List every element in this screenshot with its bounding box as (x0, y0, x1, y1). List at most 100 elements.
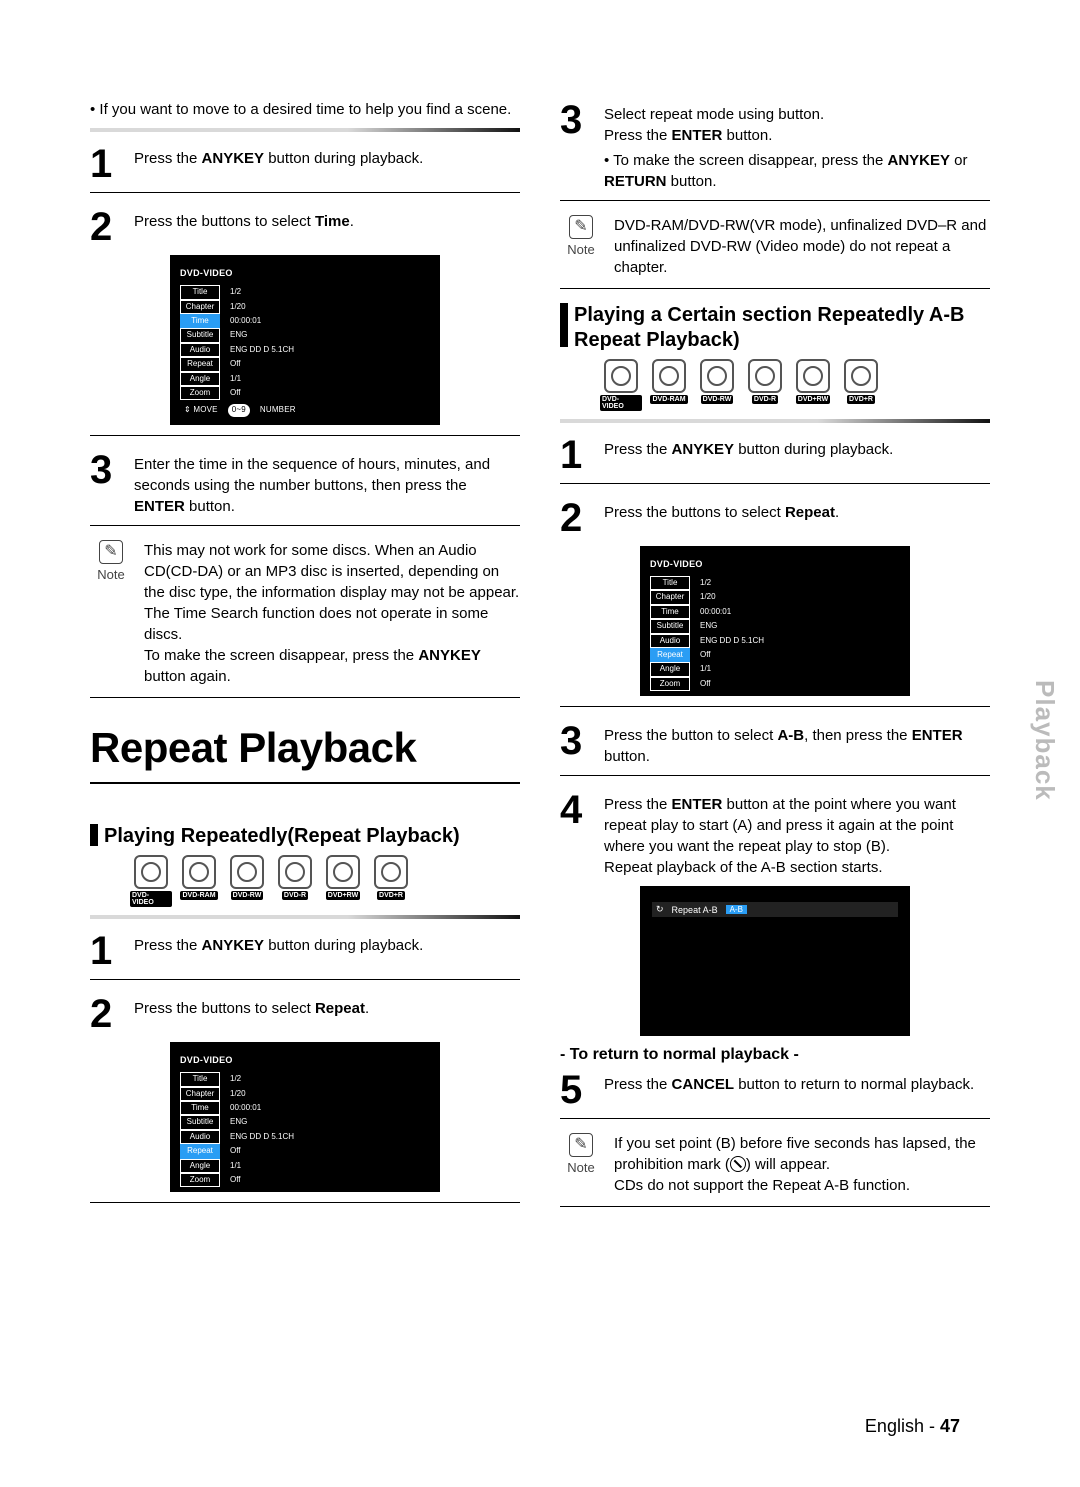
divider (560, 483, 990, 484)
divider (560, 200, 990, 201)
step-number: 2 (90, 207, 120, 247)
intro-bullet: • If you want to move to a desired time … (90, 100, 520, 120)
disc-type-icon: DVD-RW (696, 359, 738, 411)
osd-screenshot-time: DVD-VIDEOTitle1/2Chapter1/20Time00:00:01… (170, 255, 440, 425)
footer-lang: English (865, 1416, 924, 1436)
step-number: 2 (90, 994, 120, 1034)
note-block: ✎ Note DVD-RAM/DVD-RW(VR mode), unfinali… (560, 215, 990, 278)
time-step-2: 2 Press the buttons to select Time. (90, 207, 520, 247)
step-text: Press the buttons to select Repeat. (604, 498, 839, 523)
repeat-step-1: 1 Press the ANYKEY button during playbac… (90, 931, 520, 971)
step-text: Select repeat mode using button.Press th… (604, 100, 990, 192)
note-label: ✎ Note (560, 1133, 602, 1196)
step-number: 3 (560, 100, 590, 140)
disc-icons-row: DVD-VIDEODVD-RAMDVD-RWDVD-RDVD+RWDVD+R (600, 359, 990, 411)
step-number: 3 (90, 450, 120, 490)
page-title: Repeat Playback (90, 724, 520, 772)
divider (90, 128, 520, 132)
note-body: This may not work for some discs. When a… (144, 540, 520, 687)
step-text: Press the ANYKEY button during playback. (604, 435, 893, 460)
ab-step-3: 3 Press the button to select A-B, then p… (560, 721, 990, 767)
divider (560, 419, 990, 423)
prohibit-icon (730, 1156, 746, 1172)
repeat-step-2: 2 Press the buttons to select Repeat. (90, 994, 520, 1034)
divider (560, 1206, 990, 1207)
osd-screenshot-ab-repeat: DVD-VIDEOTitle1/2Chapter1/20Time00:00:01… (640, 546, 910, 696)
time-step-3: 3 Enter the time in the sequence of hour… (90, 450, 520, 517)
divider (90, 782, 520, 784)
divider (90, 697, 520, 698)
note-label: ✎ Note (560, 215, 602, 278)
ab-step-1: 1 Press the ANYKEY button during playbac… (560, 435, 990, 475)
subheading-return: - To return to normal playback - (560, 1046, 990, 1064)
section-heading-ab: Playing a Certain section Repeatedly A-B… (560, 303, 990, 353)
step-number: 5 (560, 1070, 590, 1110)
disc-type-icon: DVD-VIDEO (130, 855, 172, 907)
pencil-icon: ✎ (99, 540, 123, 564)
disc-icons-row: DVD-VIDEODVD-RAMDVD-RWDVD-RDVD+RWDVD+R (130, 855, 520, 907)
step-number: 1 (560, 435, 590, 475)
divider (90, 435, 520, 436)
pencil-icon: ✎ (569, 215, 593, 239)
side-tab: Playback (1029, 680, 1060, 801)
heading-text: Playing Repeatedly(Repeat Playback) (104, 824, 460, 849)
disc-type-icon: DVD-R (744, 359, 786, 411)
note-body: If you set point (B) before five seconds… (614, 1133, 990, 1196)
disc-type-icon: DVD-RW (226, 855, 268, 907)
divider (560, 288, 990, 289)
step-number: 4 (560, 790, 590, 830)
step-text: Press the ANYKEY button during playback. (134, 931, 423, 956)
ab-value: A-B (726, 905, 747, 914)
step-number: 1 (90, 931, 120, 971)
page-footer: English - 47 (865, 1416, 960, 1437)
time-step-1: 1 Press the ANYKEY button during playbac… (90, 144, 520, 184)
heading-bar-icon (90, 824, 98, 846)
step-text: Press the CANCEL button to return to nor… (604, 1070, 974, 1095)
note-label: ✎ Note (90, 540, 132, 687)
disc-type-icon: DVD+RW (322, 855, 364, 907)
disc-type-icon: DVD+RW (792, 359, 834, 411)
disc-type-icon: DVD-RAM (648, 359, 690, 411)
divider (560, 1118, 990, 1119)
note-block: ✎ Note This may not work for some discs.… (90, 540, 520, 687)
step-text: Press the button to select A-B, then pre… (604, 721, 990, 767)
ab-step-4: 4 Press the ENTER button at the point wh… (560, 790, 990, 878)
step-text: Press the buttons to select Time. (134, 207, 354, 232)
step-number: 3 (560, 721, 590, 761)
disc-type-icon: DVD-R (274, 855, 316, 907)
pencil-icon: ✎ (569, 1133, 593, 1157)
right-step-3: 3 Select repeat mode using button.Press … (560, 100, 990, 192)
divider (90, 915, 520, 919)
footer-page: 47 (940, 1416, 960, 1436)
note-body: DVD-RAM/DVD-RW(VR mode), unfinalized DVD… (614, 215, 990, 278)
step-text: Press the ANYKEY button during playback. (134, 144, 423, 169)
heading-text: Playing a Certain section Repeatedly A-B… (574, 303, 990, 353)
divider (90, 979, 520, 980)
disc-type-icon: DVD+R (840, 359, 882, 411)
osd-screenshot-repeat: DVD-VIDEOTitle1/2Chapter1/20Time00:00:01… (170, 1042, 440, 1192)
note-text: Note (567, 1159, 594, 1177)
step-text: Press the ENTER button at the point wher… (604, 790, 990, 878)
ab-label: Repeat A-B (672, 905, 718, 915)
step-text: Press the buttons to select Repeat. (134, 994, 369, 1019)
osd-screenshot-ab: ↻ Repeat A-B A-B (640, 886, 910, 1036)
step-number: 2 (560, 498, 590, 538)
heading-bar-icon (560, 303, 568, 347)
divider (90, 525, 520, 526)
note-text: Note (567, 241, 594, 259)
disc-type-icon: DVD-VIDEO (600, 359, 642, 411)
disc-type-icon: DVD-RAM (178, 855, 220, 907)
ab-step-2: 2 Press the buttons to select Repeat. (560, 498, 990, 538)
divider (560, 775, 990, 776)
section-heading-repeat: Playing Repeatedly(Repeat Playback) (90, 824, 520, 849)
repeat-icon: ↻ (656, 904, 664, 915)
step-number: 1 (90, 144, 120, 184)
right-column: 3 Select repeat mode using button.Press … (560, 100, 990, 1221)
step-text: Enter the time in the sequence of hours,… (134, 450, 520, 517)
divider (90, 192, 520, 193)
note-text: Note (97, 566, 124, 584)
ab-step-5: 5 Press the CANCEL button to return to n… (560, 1070, 990, 1110)
left-column: • If you want to move to a desired time … (90, 100, 520, 1221)
note-block: ✎ Note If you set point (B) before five … (560, 1133, 990, 1196)
disc-type-icon: DVD+R (370, 855, 412, 907)
